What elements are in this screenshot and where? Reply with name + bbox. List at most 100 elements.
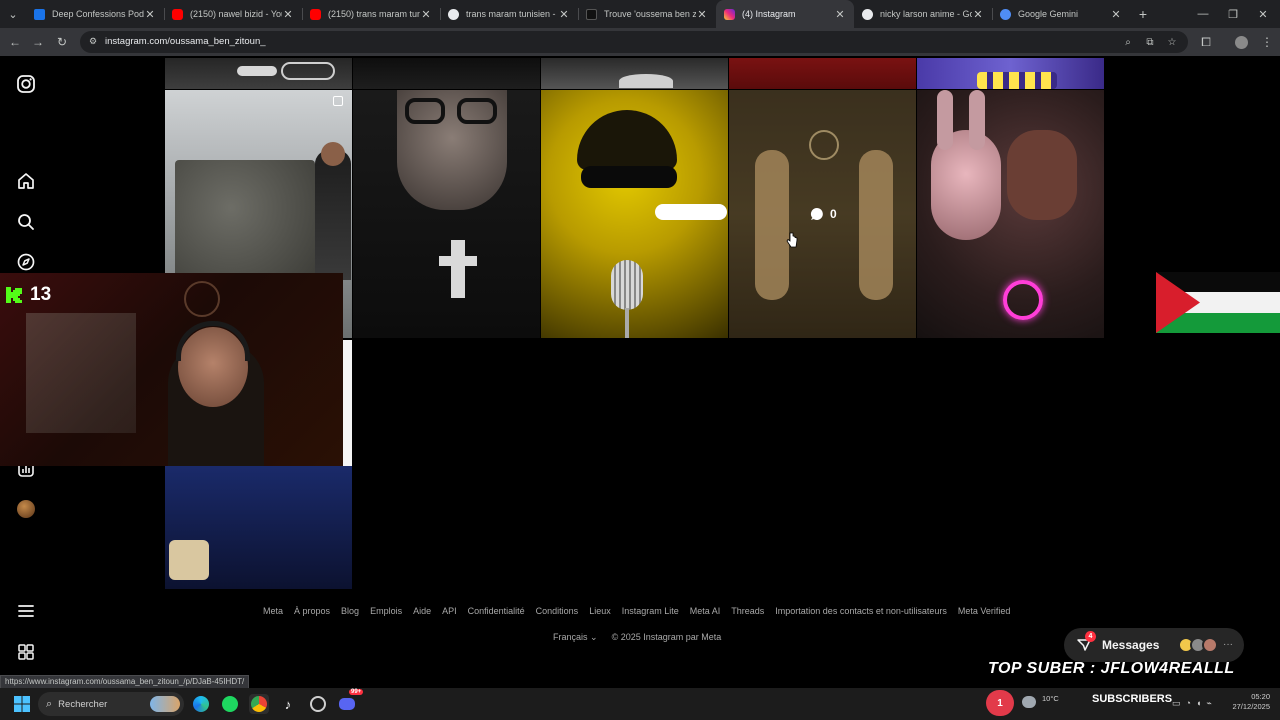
status-bar-link: https://www.instagram.com/oussama_ben_zi… <box>0 675 250 689</box>
instagram-logo-icon[interactable] <box>16 74 36 94</box>
footer-link-privacy[interactable]: Confidentialité <box>468 606 525 616</box>
top-suber-banner: TOP SUBER : JFLOW4REALLL <box>988 660 1235 677</box>
footer-link-terms[interactable]: Conditions <box>536 606 579 616</box>
chrome-icon[interactable] <box>249 694 269 714</box>
also-from-meta-icon[interactable] <box>16 642 36 662</box>
system-tray-icons[interactable]: ▭◔◖⌁ <box>1172 698 1217 709</box>
tab-2[interactable]: (2150) trans maram tunisienne ✕ <box>302 0 440 28</box>
tab-0[interactable]: Deep Confessions Podcast ✕ <box>26 0 164 28</box>
footer-link-about[interactable]: À propos <box>294 606 330 616</box>
headphones <box>176 321 250 361</box>
minimize-icon[interactable]: — <box>1188 0 1218 28</box>
extensions-icon[interactable]: ⧠ <box>1196 32 1216 52</box>
footer-link-contact-upload[interactable]: Importation des contacts et non-utilisat… <box>775 606 947 616</box>
post-thumbnail-hovered[interactable]: 0 <box>729 90 916 338</box>
hand-cursor-icon <box>786 232 798 248</box>
language-selector[interactable]: Français ⌄ <box>553 632 598 643</box>
tab-4[interactable]: Trouve 'oussema ben zitoun' ✕ <box>578 0 716 28</box>
address-bar[interactable]: ⚙ instagram.com/oussama_ben_zitoun_ ⌕ ⧉ … <box>80 31 1188 53</box>
tab-title: nicky larson anime - Google <box>880 9 972 19</box>
clock-date: 27/12/2025 <box>1232 702 1270 711</box>
search-icon[interactable] <box>16 212 36 232</box>
footer-link-meta-ai[interactable]: Meta AI <box>690 606 721 616</box>
spotify-icon[interactable] <box>220 694 240 714</box>
profile-avatar-icon[interactable] <box>1231 32 1251 52</box>
footer-link-blog[interactable]: Blog <box>341 606 359 616</box>
messages-badge: 4 <box>1085 631 1096 642</box>
new-tab-button[interactable]: + <box>1130 6 1156 22</box>
tab-title: (4) Instagram <box>742 9 796 19</box>
tab-7[interactable]: Google Gemini ✕ <box>992 0 1130 28</box>
profile-avatar[interactable] <box>17 500 35 518</box>
footer-links: Meta À propos Blog Emplois Aide API Conf… <box>263 606 1021 616</box>
palestine-flag-overlay <box>1156 272 1280 333</box>
multi-image-icon <box>333 96 343 106</box>
install-app-icon[interactable]: ⧉ <box>1142 34 1158 50</box>
explore-compass-icon[interactable] <box>16 252 36 272</box>
footer-link-api[interactable]: API <box>442 606 457 616</box>
restore-icon[interactable]: ❐ <box>1218 0 1248 28</box>
tab-close-icon[interactable]: ✕ <box>696 8 708 21</box>
discord-icon[interactable]: 99+ <box>337 689 364 714</box>
obs-icon[interactable] <box>308 694 328 714</box>
clock-time: 05:20 <box>1251 692 1270 701</box>
tab-favicon-icon <box>34 8 45 20</box>
language-value: Français <box>553 632 588 642</box>
post-thumbnail[interactable] <box>541 90 728 338</box>
post-thumbnail[interactable] <box>917 58 1104 89</box>
close-window-icon[interactable]: ✕ <box>1248 0 1278 28</box>
tab-close-icon[interactable]: ✕ <box>972 8 984 21</box>
reload-icon[interactable]: ↻ <box>52 32 72 52</box>
tab-search-icon[interactable]: ⌄ <box>0 0 26 28</box>
tab-5-active[interactable]: (4) Instagram ✕ <box>716 0 854 28</box>
tab-close-icon[interactable]: ✕ <box>834 8 846 21</box>
messages-button[interactable]: 4 Messages ··· <box>1064 628 1244 662</box>
tab-close-icon[interactable]: ✕ <box>144 8 156 21</box>
zoom-icon[interactable]: ⌕ <box>1120 34 1136 50</box>
browser-menu-icon[interactable]: ⋮ <box>1257 32 1277 52</box>
footer-link-instagram-lite[interactable]: Instagram Lite <box>622 606 679 616</box>
footer-link-threads[interactable]: Threads <box>731 606 764 616</box>
more-dots-icon: ··· <box>1223 639 1233 650</box>
post-thumbnail[interactable] <box>165 58 352 89</box>
tab-close-icon[interactable]: ✕ <box>282 8 294 21</box>
tab-close-icon[interactable]: ✕ <box>420 8 432 21</box>
tab-title: Trouve 'oussema ben zitoun' <box>604 9 696 19</box>
messenger-icon: 4 <box>1076 631 1096 653</box>
tab-1[interactable]: (2150) nawel bizid - YouTube ✕ <box>164 0 302 28</box>
youtube-favicon-icon <box>172 8 183 20</box>
site-info-icon[interactable]: ⚙ <box>89 36 101 48</box>
url-text[interactable]: instagram.com/oussama_ben_zitoun_ <box>105 36 266 47</box>
taskbar-clock[interactable]: 05:20 27/12/2025 <box>1226 692 1270 712</box>
kick-viewer-count: 13 <box>4 284 51 306</box>
home-icon[interactable] <box>16 171 36 191</box>
footer-link-meta[interactable]: Meta <box>263 606 283 616</box>
post-thumbnail[interactable] <box>353 58 540 89</box>
kick-count: 13 <box>30 284 52 305</box>
taskbar-search[interactable]: ⌕ Rechercher <box>38 692 184 716</box>
windows-start-icon[interactable] <box>12 694 32 714</box>
tab-close-icon[interactable]: ✕ <box>558 8 570 21</box>
tiktok-icon[interactable]: ♪ <box>278 694 298 714</box>
post-thumbnail[interactable] <box>353 90 540 338</box>
subscribers-badge: 1 <box>986 690 1014 716</box>
post-thumbnail[interactable] <box>917 90 1104 338</box>
post-thumbnail[interactable] <box>541 58 728 89</box>
tab-3[interactable]: trans maram tunisien - Google ✕ <box>440 0 578 28</box>
more-menu-icon[interactable] <box>16 601 36 621</box>
tab-6[interactable]: nicky larson anime - Google ✕ <box>854 0 992 28</box>
browser-tab-strip: ⌄ Deep Confessions Podcast ✕ (2150) nawe… <box>0 0 1280 28</box>
footer-link-meta-verified[interactable]: Meta Verified <box>958 606 1011 616</box>
back-icon[interactable]: ← <box>5 32 25 52</box>
forward-icon[interactable]: → <box>28 32 48 52</box>
footer-link-jobs[interactable]: Emplois <box>370 606 402 616</box>
footer-link-help[interactable]: Aide <box>413 606 431 616</box>
post-thumbnail[interactable] <box>729 58 916 89</box>
edge-icon[interactable] <box>191 694 211 714</box>
footer-link-locations[interactable]: Lieux <box>589 606 611 616</box>
gemini-favicon-icon <box>1000 8 1011 20</box>
bookmark-star-icon[interactable]: ☆ <box>1164 34 1180 50</box>
kick-logo-icon <box>6 287 22 303</box>
weather-temp: 10°C <box>1042 694 1059 703</box>
tab-close-icon[interactable]: ✕ <box>1110 8 1122 21</box>
